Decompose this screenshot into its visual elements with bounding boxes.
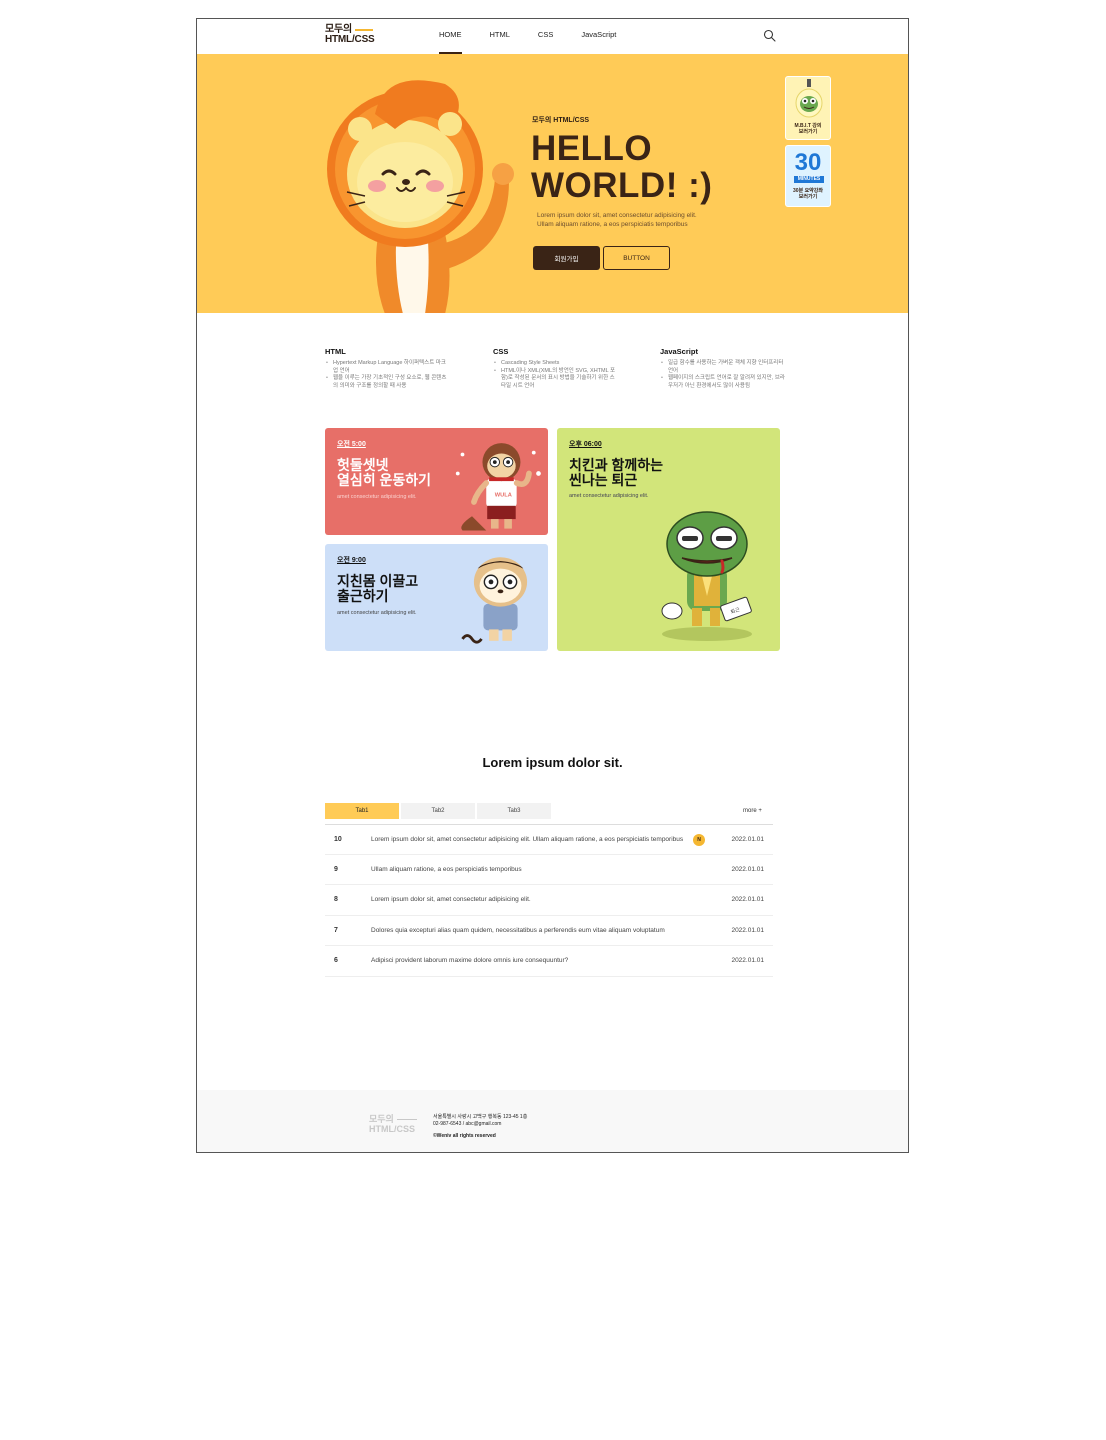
feature-javascript: JavaScript 일급 함수를 사용하는 가벼운 객체 지향 인터프리터 언…	[660, 347, 785, 390]
more-link[interactable]: more +	[743, 803, 762, 819]
signup-button[interactable]: 회원가입	[533, 246, 600, 270]
card-evening-commute[interactable]: 오후 06:00 치킨과 함께하는 씬나는 퇴근 amet consectetu…	[557, 428, 780, 651]
badge2-unit: MINUTES	[794, 176, 824, 183]
footer-logo[interactable]: 모두의 HTML/CSS	[369, 1114, 417, 1134]
row-title[interactable]: Lorem ipsum dolor sit, amet consectetur …	[371, 885, 689, 915]
feature-item: 웹을 이루는 가장 기초적인 구성 요소로, 웹 콘텐츠의 의미와 구조를 정의…	[325, 375, 450, 390]
site-logo[interactable]: 모두의 HTML/CSS	[325, 25, 375, 45]
frog-lightbulb-icon	[795, 79, 823, 118]
tab-2[interactable]: Tab2	[401, 803, 475, 819]
exercising-character-image: WULA	[455, 443, 541, 531]
board-row[interactable]: 7 Dolores quia excepturi alias quam quid…	[325, 916, 773, 946]
logo-line2: HTML/CSS	[325, 34, 375, 45]
card-time: 오후 06:00	[569, 441, 602, 448]
card-morning-exercise[interactable]: 오전 5:00 헛둘셋넷 열심히 운동하기 amet consectetur a…	[325, 428, 548, 535]
card-title: 치킨과 함께하는 씬나는 퇴근	[569, 457, 664, 488]
board-list: 10 Lorem ipsum dolor sit, amet consectet…	[325, 824, 773, 977]
feature-title: JavaScript	[660, 347, 698, 356]
feature-item: 웹페이지의 스크립트 언어로 잘 알려져 있지만, 브라우저가 아닌 환경에서도…	[660, 375, 785, 390]
hero-description: Lorem ipsum dolor sit, amet consectetur …	[537, 211, 757, 229]
row-number: 10	[334, 836, 342, 843]
new-badge: N	[693, 834, 705, 846]
footer-info: 서울특별시 사랑시 고백구 행복동 123-45 1층 02-987-6543 …	[433, 1114, 527, 1128]
main-nav: HOME HTML CSS JavaScript	[427, 19, 632, 54]
site-header: 모두의 HTML/CSS HOME HTML CSS JavaScript	[197, 19, 908, 54]
feature-item: Hypertext Markup Language 하이퍼텍스트 마크업 언어	[325, 360, 450, 375]
hero-desc-line1: Lorem ipsum dolor sit, amet consectetur …	[537, 212, 697, 219]
summary-course-badge[interactable]: 30 MINUTES 30분 요약강좌 보러가기	[785, 145, 831, 207]
site-footer: 모두의 HTML/CSS 서울특별시 사랑시 고백구 행복동 123-45 1층…	[197, 1090, 908, 1152]
nav-javascript[interactable]: JavaScript	[569, 19, 628, 54]
row-date: 2022.01.01	[731, 836, 764, 843]
section-title: Lorem ipsum dolor sit.	[482, 755, 623, 770]
tab-1[interactable]: Tab1	[325, 803, 399, 819]
feature-title: CSS	[493, 347, 509, 356]
lion-character-image	[327, 80, 514, 313]
tab-3[interactable]: Tab3	[477, 803, 551, 819]
card-morning-commute[interactable]: 오전 9:00 지친몸 이끌고 출근하기 amet consectetur ad…	[325, 544, 548, 651]
mbit-course-badge[interactable]: M.B.I.T 강의 보러가기	[785, 76, 831, 140]
row-title[interactable]: Adipisci provident laborum maxime dolore…	[371, 946, 689, 976]
feature-html: HTML Hypertext Markup Language 하이퍼텍스트 마크…	[325, 347, 450, 390]
feature-item: HTML이나 XML(XML의 방언인 SVG, XHTML 포함)로 작성된 …	[493, 368, 618, 391]
search-icon[interactable]	[763, 29, 776, 42]
board-row[interactable]: 6 Adipisci provident laborum maxime dolo…	[325, 946, 773, 977]
row-title[interactable]: Lorem ipsum dolor sit, amet consectetur …	[371, 825, 689, 855]
feature-css: CSS Cascading Style Sheets HTML이나 XML(XM…	[493, 347, 618, 390]
features-section: HTML Hypertext Markup Language 하이퍼텍스트 마크…	[325, 347, 785, 407]
row-number: 7	[334, 926, 338, 934]
footer-address: 서울특별시 사랑시 고백구 행복동 123-45 1층	[433, 1114, 528, 1120]
frog-character-image: 퇴근	[661, 511, 752, 641]
row-date: 2022.01.01	[731, 926, 764, 934]
board-row[interactable]: 9 Ullam aliquam ratione, a eos perspicia…	[325, 855, 773, 885]
row-title[interactable]: Dolores quia excepturi alias quam quidem…	[371, 916, 689, 946]
feature-item: Cascading Style Sheets	[493, 360, 618, 368]
nav-home[interactable]: HOME	[427, 19, 474, 54]
tired-character-image	[461, 557, 528, 644]
nav-css[interactable]: CSS	[526, 19, 565, 54]
card-description: amet consectetur adipisicing elit.	[337, 610, 417, 616]
hero-banner: 모두의 HTML/CSS HELLO WORLD! :) Lorem ipsum…	[197, 54, 908, 313]
board-row[interactable]: 10 Lorem ipsum dolor sit, amet consectet…	[325, 824, 773, 855]
row-title[interactable]: Ullam aliquam ratione, a eos perspiciati…	[371, 855, 689, 885]
badge2-line2: 보러가기	[798, 194, 818, 200]
footer-logo-line2: HTML/CSS	[369, 1124, 415, 1134]
row-date: 2022.01.01	[731, 865, 764, 873]
row-date: 2022.01.01	[731, 957, 764, 964]
card-description: amet consectetur adipisicing elit.	[569, 493, 649, 499]
board-row[interactable]: 8 Lorem ipsum dolor sit, amet consectetu…	[325, 885, 773, 916]
card-time: 오전 5:00	[337, 441, 366, 448]
row-date: 2022.01.01	[731, 896, 764, 903]
row-number: 6	[334, 957, 338, 964]
footer-contact: 02-987-6543 / abc@gmail.com	[433, 1121, 502, 1127]
badge1-line2: 보러가기	[798, 129, 818, 135]
shirt-text: WULA	[495, 492, 512, 498]
feature-title: HTML	[325, 347, 346, 356]
card-time: 오전 9:00	[337, 557, 366, 564]
hero-title: HELLO WORLD! :)	[531, 129, 713, 205]
card-title: 헛둘셋넷 열심히 운동하기	[337, 457, 432, 488]
row-number: 8	[334, 896, 338, 903]
hero-desc-line2: Ullam aliquam ratione, a eos perspiciati…	[537, 221, 688, 228]
page-frame: 모두의 HTML/CSS HOME HTML CSS JavaScript 모두…	[196, 18, 909, 1153]
feature-item: 일급 함수를 사용하는 가벼운 객체 지향 인터프리터 언어	[660, 360, 785, 375]
badge2-number: 30	[794, 149, 822, 176]
card-description: amet consectetur adipisicing elit.	[337, 494, 417, 500]
board-tabs: Tab1 Tab2 Tab3	[325, 803, 553, 819]
nav-html[interactable]: HTML	[478, 19, 522, 54]
footer-copyright: ©Weniv all rights reserved	[433, 1133, 496, 1139]
card-title: 지친몸 이끌고 출근하기	[337, 573, 419, 604]
row-number: 9	[334, 865, 338, 873]
hero-subtitle: 모두의 HTML/CSS	[532, 117, 590, 124]
secondary-button[interactable]: BUTTON	[603, 246, 670, 270]
footer-logo-line1: 모두의	[369, 1114, 394, 1124]
